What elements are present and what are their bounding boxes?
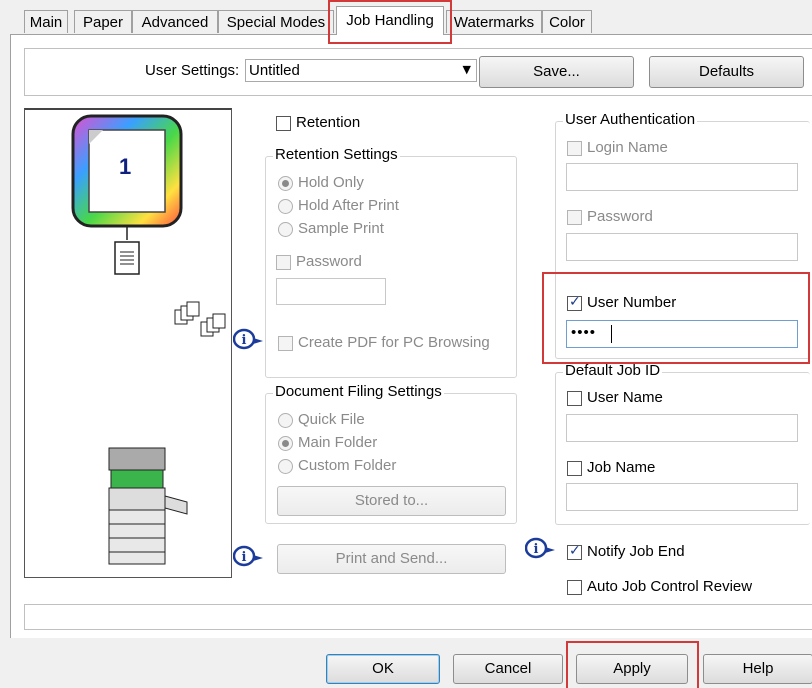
user-settings-dropdown[interactable]: Untitled ▼	[245, 59, 477, 82]
user-number-field[interactable]: ••••	[566, 320, 798, 348]
user-number-value: ••••	[571, 324, 597, 341]
user-authentication-title: User Authentication	[563, 111, 698, 128]
print-and-send-button[interactable]: Print and Send...	[277, 544, 506, 574]
auth-password-label: Password	[587, 208, 653, 225]
notify-job-end-label: Notify Job End	[587, 543, 685, 560]
user-number-checkbox[interactable]	[567, 294, 582, 311]
tab-job-handling[interactable]: Job Handling	[336, 6, 444, 35]
svg-text:i: i	[534, 542, 539, 557]
tab-color[interactable]: Color	[542, 10, 592, 33]
user-name-label: User Name	[587, 389, 663, 406]
default-job-id-title: Default Job ID	[563, 362, 663, 379]
user-number-label: User Number	[587, 294, 677, 311]
auto-job-control-checkbox[interactable]	[567, 580, 582, 595]
tab-watermarks[interactable]: Watermarks	[446, 10, 542, 33]
retention-label: Retention	[296, 114, 361, 131]
auth-password-field[interactable]	[566, 233, 798, 261]
stored-to-button[interactable]: Stored to...	[277, 486, 506, 516]
user-name-checkbox[interactable]	[567, 391, 582, 406]
job-name-checkbox[interactable]	[567, 461, 582, 476]
svg-text:i: i	[242, 550, 247, 565]
info-icon[interactable]: i	[232, 545, 263, 567]
create-pdf-label: Create PDF for PC Browsing	[298, 334, 490, 351]
notify-job-end-checkbox[interactable]	[567, 543, 582, 560]
hold-only-label: Hold Only	[298, 174, 364, 191]
job-name-label: Job Name	[587, 459, 656, 476]
quick-file-radio[interactable]	[278, 413, 293, 428]
sample-print-radio[interactable]	[278, 222, 293, 237]
create-pdf-checkbox[interactable]	[278, 336, 293, 351]
retention-password-label: Password	[296, 253, 362, 270]
main-folder-label: Main Folder	[298, 434, 378, 451]
user-settings-value: Untitled	[249, 62, 300, 79]
defaults-button[interactable]: Defaults	[649, 56, 804, 88]
auth-password-checkbox[interactable]	[567, 210, 582, 225]
quick-file-label: Quick File	[298, 411, 365, 428]
user-settings-label: User Settings:	[145, 62, 240, 79]
job-name-field[interactable]	[566, 483, 798, 511]
text-cursor	[611, 325, 612, 343]
apply-button[interactable]: Apply	[576, 654, 688, 684]
tab-special-modes[interactable]: Special Modes	[218, 10, 334, 33]
help-button[interactable]: Help	[703, 654, 812, 684]
preview-page-number: 1	[119, 154, 132, 179]
login-name-label: Login Name	[587, 139, 668, 156]
retention-settings-title: Retention Settings	[273, 146, 400, 163]
retention-checkbox[interactable]	[276, 116, 291, 131]
save-button[interactable]: Save...	[479, 56, 634, 88]
auto-job-control-label: Auto Job Control Review	[587, 578, 753, 595]
retention-password-field[interactable]	[276, 278, 386, 305]
sample-print-label: Sample Print	[298, 220, 384, 237]
info-icon[interactable]: i	[524, 537, 555, 559]
tab-paper[interactable]: Paper	[74, 10, 132, 33]
login-name-checkbox[interactable]	[567, 141, 582, 156]
hold-after-print-radio[interactable]	[278, 199, 293, 214]
chevron-down-icon: ▼	[462, 63, 471, 76]
hold-after-print-label: Hold After Print	[298, 197, 399, 214]
svg-text:i: i	[242, 333, 247, 348]
info-icon[interactable]: i	[232, 328, 263, 350]
cancel-button[interactable]: Cancel	[453, 654, 563, 684]
main-folder-radio[interactable]	[278, 436, 293, 451]
login-name-field[interactable]	[566, 163, 798, 191]
tab-advanced[interactable]: Advanced	[132, 10, 218, 33]
user-name-field[interactable]	[566, 414, 798, 442]
ok-button[interactable]: OK	[326, 654, 440, 684]
document-filing-title: Document Filing Settings	[273, 383, 444, 400]
retention-password-checkbox[interactable]	[276, 255, 291, 270]
status-bar	[24, 604, 812, 630]
custom-folder-radio[interactable]	[278, 459, 293, 474]
hold-only-radio[interactable]	[278, 176, 293, 191]
tab-main[interactable]: Main	[24, 10, 68, 33]
custom-folder-label: Custom Folder	[298, 457, 397, 474]
preview-area: 1	[24, 108, 232, 578]
